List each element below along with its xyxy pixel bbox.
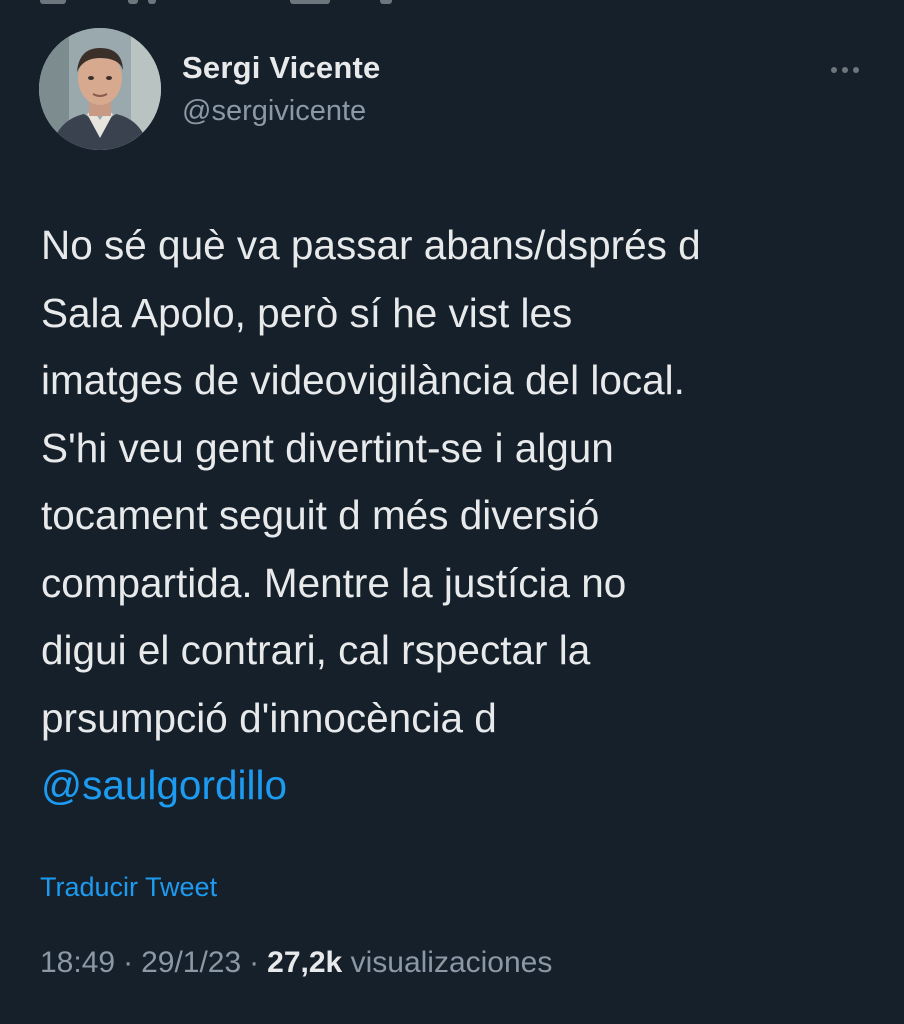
tweet-text-line: Sala Apolo, però sí he vist les xyxy=(41,289,573,336)
tweet-meta: 18:49 · 29/1/23 · 27,2k visualizaciones xyxy=(40,946,552,980)
views-label: visualizaciones xyxy=(350,946,553,979)
tweet-text-line: imatges de videovigilància del local. xyxy=(41,357,685,403)
tweet: Sergi Vicente @sergivicente No sé què va… xyxy=(0,0,904,1024)
translate-tweet-link[interactable]: Traducir Tweet xyxy=(40,872,217,903)
more-options-icon-dot xyxy=(853,67,859,73)
meta-separator: · xyxy=(123,946,134,979)
tweet-text: No sé què va passar abans/dsprés d Sala … xyxy=(41,212,881,820)
mention-link[interactable]: @saulgordillo xyxy=(41,752,881,820)
avatar[interactable] xyxy=(39,28,161,150)
tweet-text-line: No sé què va passar abans/dsprés d xyxy=(41,222,701,268)
tweet-text-line: tocament seguit d més diversió xyxy=(41,492,600,538)
tweet-text-line: compartida. Mentre la justícia no xyxy=(41,559,627,606)
tweet-text-line: digui el contrari, cal rspectar la xyxy=(41,627,591,673)
more-options-icon-dot xyxy=(842,67,848,73)
views-count: 27,2k xyxy=(267,946,343,979)
meta-separator: · xyxy=(249,946,260,979)
tweet-text-line: S'hi veu gent divertint-se i algun xyxy=(41,424,614,471)
more-options-button[interactable] xyxy=(820,52,870,88)
more-options-icon xyxy=(831,67,837,73)
tweet-text-line: prsumpció d'innocència d xyxy=(41,694,497,741)
tweet-date[interactable]: 29/1/23 xyxy=(141,946,241,979)
author-handle[interactable]: @sergivicente xyxy=(182,95,366,128)
tweet-time[interactable]: 18:49 xyxy=(40,946,115,979)
author-name[interactable]: Sergi Vicente xyxy=(182,50,380,86)
